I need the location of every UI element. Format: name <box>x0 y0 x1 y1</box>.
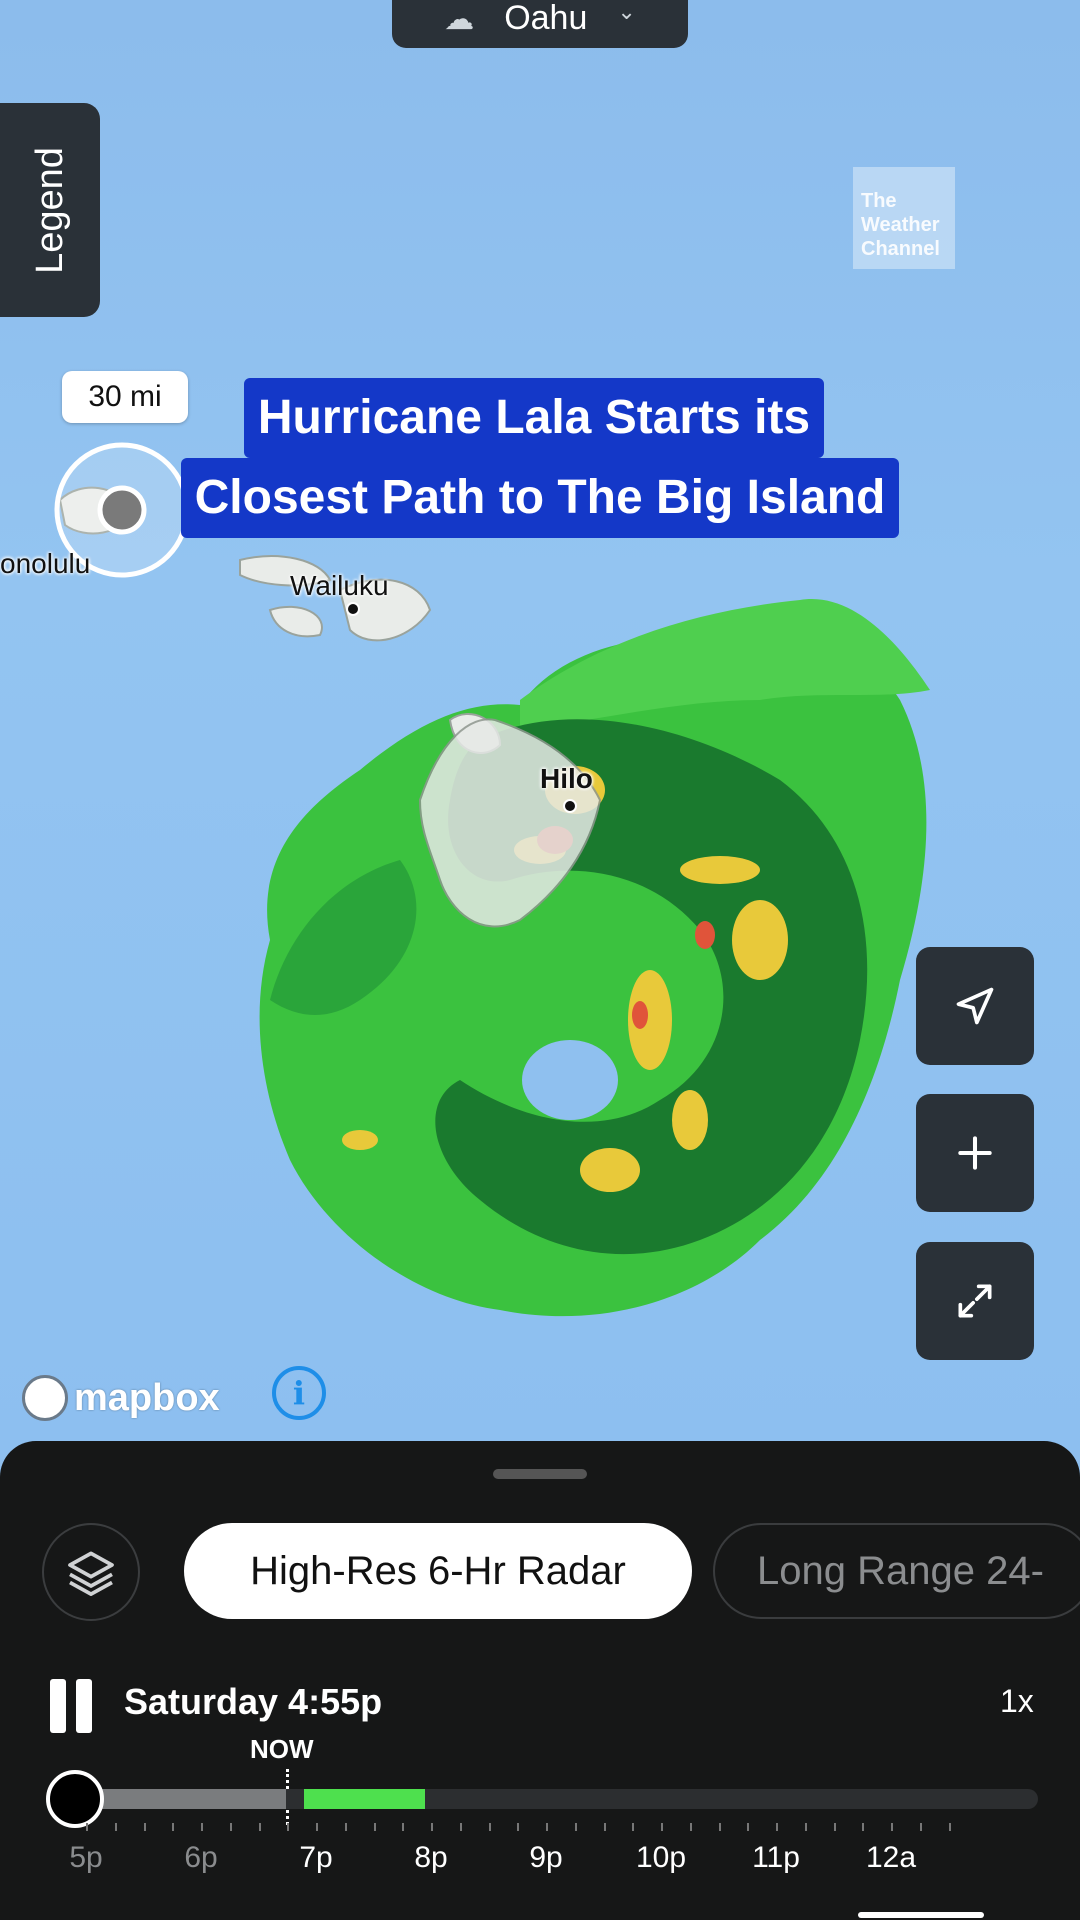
hour-label: 9p <box>529 1841 563 1874</box>
hour-label: 10p <box>635 1841 687 1874</box>
city-dot-hilo <box>563 799 577 813</box>
chevron-down-icon: ⌄ <box>617 0 636 24</box>
timeline-tick <box>718 1823 721 1831</box>
legend-tab[interactable]: Legend <box>0 103 100 317</box>
radar-map[interactable]: ☁ Oahu ⌄ Legend The Weather Channel 30 m… <box>0 0 1080 1450</box>
timeline-tick <box>143 1823 146 1831</box>
timeline-tick <box>632 1823 635 1831</box>
info-icon: i <box>292 1374 306 1412</box>
pause-icon <box>50 1679 66 1733</box>
timeline-tick <box>517 1823 520 1831</box>
hour-label: 5p <box>69 1841 103 1874</box>
hour-label: 12a <box>865 1841 917 1874</box>
hour-label: 8p <box>414 1841 448 1874</box>
city-label-hilo: Hilo <box>540 763 593 794</box>
hurricane-eye <box>522 1040 618 1120</box>
timeline-tick <box>546 1823 548 1831</box>
headline-overlay: Hurricane Lala Starts its Closest Path t… <box>0 378 1080 538</box>
timeline-tick <box>287 1823 290 1831</box>
timeline-forecast-segment <box>304 1789 425 1809</box>
headline-line-1: Hurricane Lala Starts its <box>243 378 825 458</box>
sheet-grabber[interactable] <box>493 1469 587 1479</box>
locate-button[interactable] <box>916 947 1034 1065</box>
timeline-tick <box>402 1823 405 1831</box>
home-indicator <box>858 1912 984 1918</box>
attribution-info-button[interactable]: i <box>272 1366 326 1420</box>
headline-line-2: Closest Path to The Big Island <box>180 458 900 538</box>
hour-label: 11p <box>752 1841 800 1874</box>
timeline-tick <box>574 1823 577 1831</box>
timeline-tick <box>804 1823 807 1831</box>
current-time: Saturday 4:55p <box>124 1681 383 1722</box>
timeline-tick <box>919 1823 922 1831</box>
hour-label: 6p <box>184 1841 218 1874</box>
hour-label: 7p <box>299 1841 333 1874</box>
pause-button[interactable] <box>50 1679 96 1733</box>
weather-channel-watermark: The Weather Channel <box>853 167 955 269</box>
timeline-tick <box>689 1823 692 1831</box>
timeline-tick <box>229 1823 232 1831</box>
timeline-tick <box>316 1823 318 1831</box>
timeline-tick <box>776 1823 778 1831</box>
timeline-tick <box>86 1823 88 1831</box>
layers-icon <box>68 1551 114 1597</box>
timeline-tick <box>344 1823 347 1831</box>
bottom-sheet: High-Res 6-Hr Radar Long Range 24- Satur… <box>0 1441 1080 1920</box>
timeline-tick <box>891 1823 893 1831</box>
now-marker-label: NOW <box>250 1734 314 1764</box>
navigation-arrow-icon <box>956 987 994 1025</box>
city-dot-wailuku <box>346 602 360 616</box>
timeline-tick <box>661 1823 663 1831</box>
zoom-in-button[interactable] <box>916 1094 1034 1212</box>
mapbox-brand: mapbox <box>74 1376 220 1419</box>
timeline-tick <box>948 1823 951 1831</box>
plus-icon <box>958 1136 992 1170</box>
timeline-tick <box>603 1823 606 1831</box>
timeline-tick <box>431 1823 433 1831</box>
timeline-tick <box>258 1823 261 1831</box>
expand-arrows-icon <box>958 1284 992 1318</box>
mapbox-logo-icon <box>22 1375 68 1421</box>
fullscreen-button[interactable] <box>916 1242 1034 1360</box>
mapbox-attribution[interactable]: mapbox <box>22 1372 220 1424</box>
chip-long-range[interactable]: Long Range 24- <box>713 1523 1080 1619</box>
chip-high-res-radar[interactable]: High-Res 6-Hr Radar <box>184 1523 692 1619</box>
legend-label: Legend <box>28 146 71 274</box>
timeline-tick <box>488 1823 491 1831</box>
location-name: Oahu <box>504 0 588 37</box>
timeline-tick <box>172 1823 175 1831</box>
layers-button[interactable] <box>42 1523 140 1621</box>
timeline-tick <box>833 1823 836 1831</box>
timeline-tick <box>373 1823 376 1831</box>
playback-speed[interactable]: 1x <box>1000 1683 1034 1720</box>
timeline-tick <box>114 1823 117 1831</box>
timeline-tick <box>201 1823 203 1831</box>
timeline-tick <box>747 1823 750 1831</box>
location-selector[interactable]: ☁ Oahu ⌄ <box>392 0 688 48</box>
timeline-tick <box>862 1823 865 1831</box>
city-label-honolulu: onolulu <box>0 548 91 579</box>
city-label-wailuku: Wailuku <box>290 570 389 601</box>
timeline-scrubber[interactable] <box>46 1770 104 1828</box>
timeline-tick <box>459 1823 462 1831</box>
rain-cloud-icon: ☁ <box>444 2 475 36</box>
